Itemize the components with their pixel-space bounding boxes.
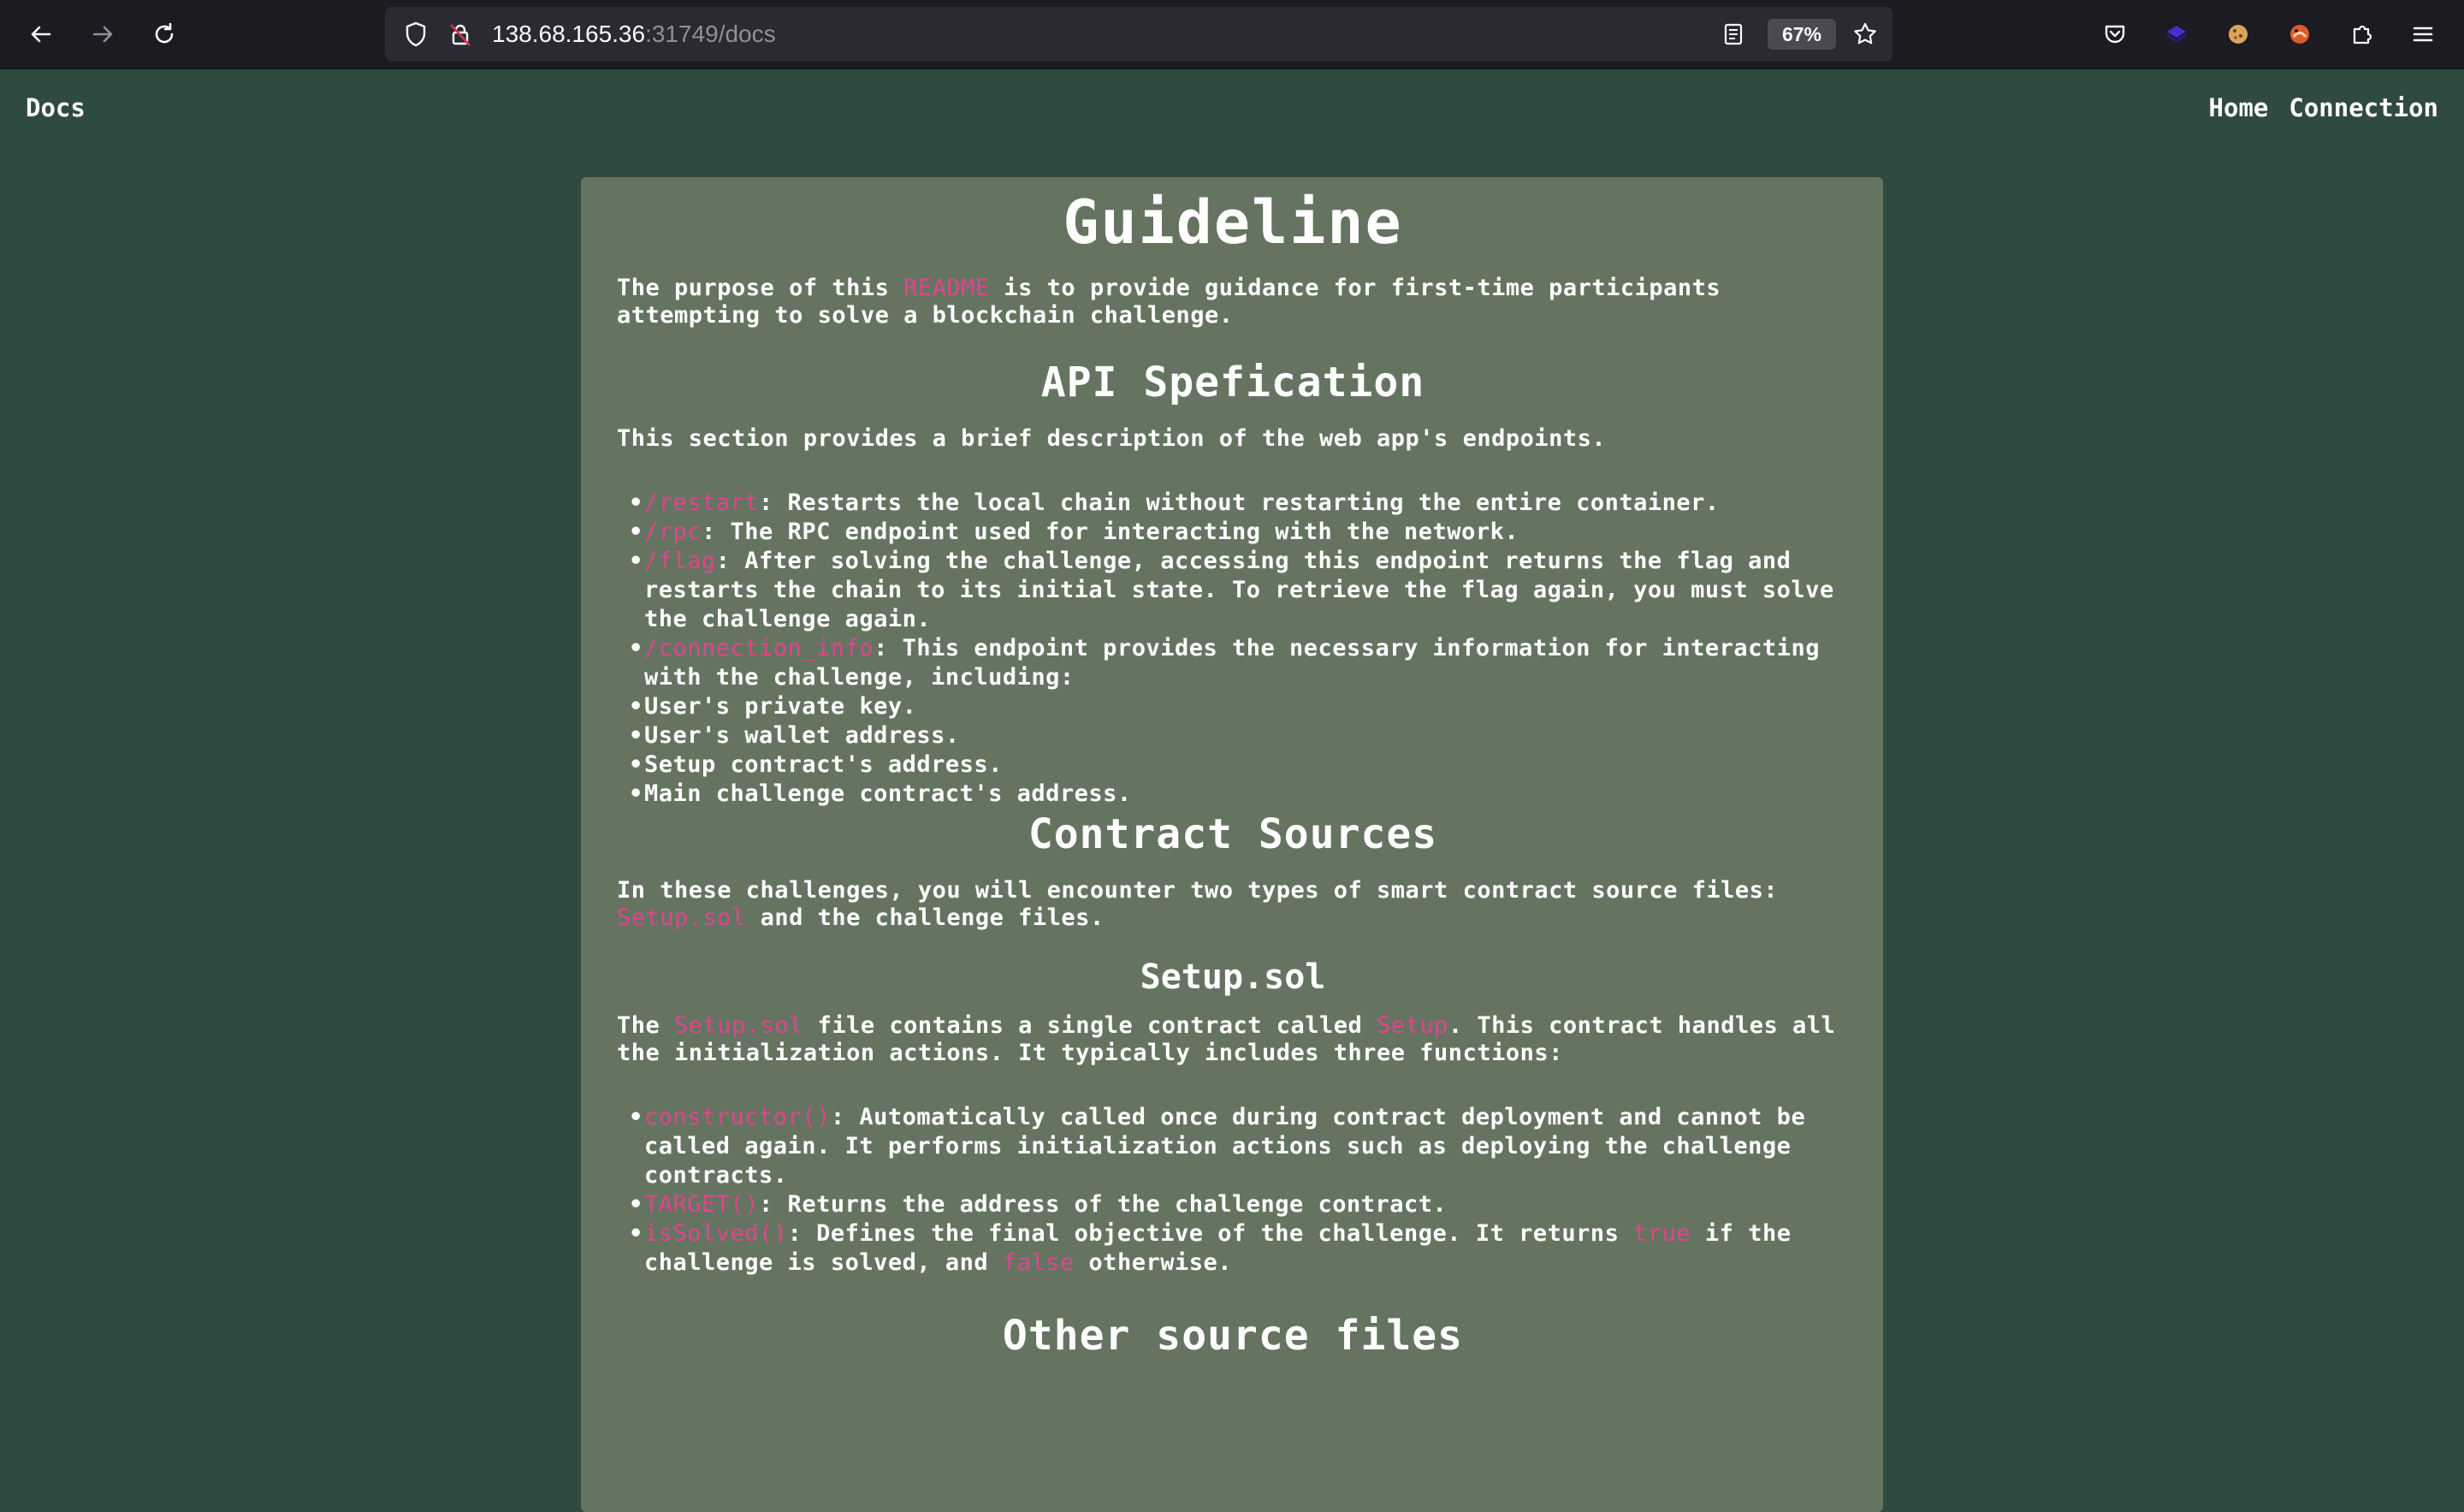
- list-item: isSolved(): Defines the final objective …: [629, 1219, 1849, 1278]
- heading-other-source-files: Other source files: [1002, 1312, 1464, 1360]
- inline-code: Setup.sol: [674, 1012, 803, 1039]
- reload-icon: [155, 22, 174, 44]
- inline-code: constructor(): [644, 1104, 831, 1130]
- inline-code: isSolved(): [644, 1220, 788, 1247]
- nav-home-link[interactable]: Home: [2209, 93, 2269, 122]
- cookie-button[interactable]: [2221, 17, 2255, 51]
- api-intro: This section provides a brief descriptio…: [617, 425, 1607, 452]
- inline-code: Setup.sol: [617, 904, 746, 931]
- nav-connection-link[interactable]: Connection: [2289, 93, 2438, 122]
- extension-purple-icon: [2166, 26, 2187, 43]
- list-item: /rpc: The RPC endpoint used for interact…: [629, 518, 1849, 547]
- setup-paragraph: The Setup.sol file contains a single con…: [617, 1012, 1836, 1066]
- cookie-icon: [2229, 25, 2248, 44]
- function-list: constructor(): Automatically called once…: [617, 1103, 1849, 1278]
- list-item: User's private key.: [629, 692, 1849, 721]
- extensions-puzzle-icon: [2353, 25, 2372, 44]
- list-item: TARGET(): Returns the address of the cha…: [629, 1190, 1849, 1219]
- page-content: Docs Home Connection Guideline The purpo…: [0, 69, 2464, 1512]
- reload-button[interactable]: [144, 14, 185, 55]
- inline-code: /restart: [644, 489, 760, 516]
- heading-guideline: Guideline: [1063, 187, 1403, 258]
- inline-code: false: [1002, 1249, 1075, 1276]
- extension-orange-button[interactable]: [2283, 17, 2317, 51]
- extension-orange-icon: [2290, 25, 2309, 44]
- back-button[interactable]: [21, 14, 62, 55]
- bookmark-star-icon[interactable]: [1851, 21, 1879, 48]
- heading-contract-sources: Contract Sources: [1028, 810, 1438, 858]
- pocket-button[interactable]: [2098, 17, 2132, 51]
- list-item: User's wallet address.: [629, 721, 1849, 750]
- site-nav: Home Connection: [2209, 93, 2438, 122]
- heading-setup-sol: Setup.sol: [1140, 958, 1326, 997]
- endpoint-list: /restart: Restarts the local chain witho…: [617, 489, 1849, 809]
- list-item: /restart: Restarts the local chain witho…: [629, 489, 1849, 518]
- url-path: :31749/docs: [645, 21, 776, 47]
- back-arrow-icon: [31, 26, 51, 43]
- list-item: constructor(): Automatically called once…: [629, 1103, 1849, 1190]
- doc-card: Guideline The purpose of this README is …: [581, 177, 1883, 1512]
- address-bar[interactable]: 138.68.165.36:31749/docs 67%: [385, 7, 1892, 62]
- insecure-lock-icon[interactable]: [447, 21, 474, 48]
- menu-button[interactable]: [2406, 17, 2440, 51]
- inline-code: /rpc: [644, 519, 702, 545]
- shield-icon[interactable]: [402, 21, 429, 48]
- extensions-button[interactable]: [2344, 17, 2378, 51]
- sources-paragraph: In these challenges, you will encounter …: [617, 877, 1779, 931]
- heading-api: API Spefication: [1040, 359, 1425, 406]
- inline-code: README: [903, 275, 990, 301]
- pocket-icon: [2105, 25, 2125, 44]
- menu-icon: [2413, 27, 2433, 42]
- intro-paragraph: The purpose of this README is to provide…: [617, 275, 1721, 329]
- site-title[interactable]: Docs: [26, 93, 86, 122]
- url-host: 138.68.165.36: [492, 21, 646, 47]
- list-item: /connection_info: This endpoint provides…: [629, 634, 1849, 692]
- forward-arrow-icon: [92, 26, 113, 43]
- zoom-level-badge[interactable]: 67%: [1768, 19, 1836, 50]
- inline-code: /flag: [644, 548, 716, 574]
- extension-purple-button[interactable]: [2159, 17, 2194, 51]
- inline-code: true: [1633, 1220, 1691, 1247]
- forward-button[interactable]: [82, 14, 123, 55]
- inline-code: TARGET(): [644, 1191, 760, 1218]
- list-item: /flag: After solving the challenge, acce…: [629, 547, 1849, 634]
- reader-view-icon[interactable]: [1720, 21, 1747, 48]
- browser-toolbar: 138.68.165.36:31749/docs 67%: [0, 0, 2464, 69]
- list-item: Setup contract's address.: [629, 750, 1849, 780]
- inline-code: /connection_info: [644, 635, 874, 661]
- inline-code: Setup: [1377, 1012, 1448, 1039]
- url-text[interactable]: 138.68.165.36:31749/docs: [492, 7, 776, 62]
- list-item: Main challenge contract's address.: [629, 780, 1849, 809]
